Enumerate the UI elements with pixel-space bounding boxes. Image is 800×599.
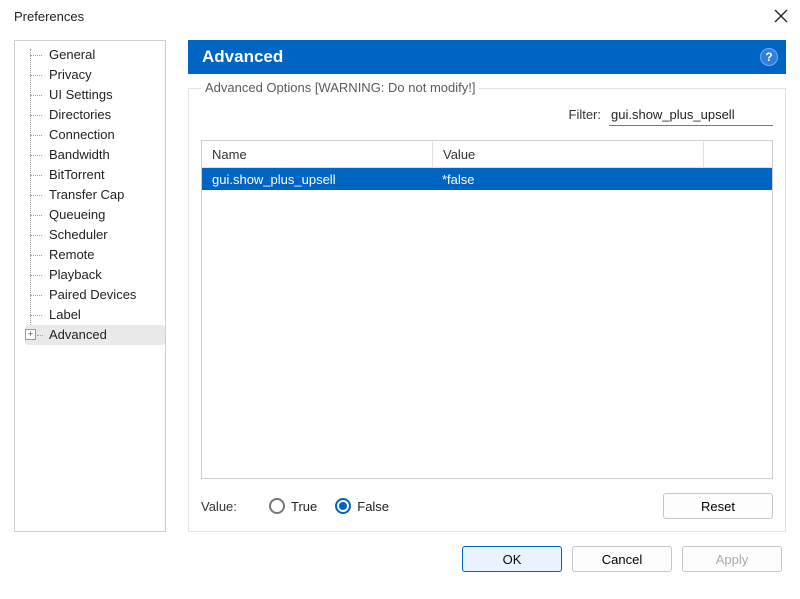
ok-button[interactable]: OK <box>462 546 562 572</box>
window-title: Preferences <box>14 9 84 24</box>
filter-input[interactable] <box>609 103 773 126</box>
tree-item-label: General <box>49 47 95 62</box>
plus-icon[interactable]: + <box>25 329 36 340</box>
column-header-value[interactable]: Value <box>433 141 704 167</box>
group-legend: Advanced Options [WARNING: Do not modify… <box>201 80 479 95</box>
filter-row: Filter: <box>201 99 773 140</box>
radio-true-label: True <box>291 499 317 514</box>
content-pane: Advanced ? Advanced Options [WARNING: Do… <box>188 40 786 532</box>
tree-item-label: Directories <box>49 107 111 122</box>
radio-false-label: False <box>357 499 389 514</box>
tree-item-paired-devices[interactable]: Paired Devices <box>25 285 165 305</box>
advanced-table: Name Value gui.show_plus_upsell*false <box>201 140 773 479</box>
tree-item-label[interactable]: Label <box>25 305 165 325</box>
tree-item-bittorrent[interactable]: BitTorrent <box>25 165 165 185</box>
section-header: Advanced ? <box>188 40 786 74</box>
value-label: Value: <box>201 499 251 514</box>
tree-item-label: UI Settings <box>49 87 113 102</box>
cancel-button[interactable]: Cancel <box>572 546 672 572</box>
tree-item-ui-settings[interactable]: UI Settings <box>25 85 165 105</box>
titlebar: Preferences <box>0 0 800 32</box>
tree-item-label: Privacy <box>49 67 92 82</box>
tree-item-remote[interactable]: Remote <box>25 245 165 265</box>
tree-item-transfer-cap[interactable]: Transfer Cap <box>25 185 165 205</box>
table-row[interactable]: gui.show_plus_upsell*false <box>202 168 772 190</box>
reset-button[interactable]: Reset <box>663 493 773 519</box>
advanced-groupbox: Advanced Options [WARNING: Do not modify… <box>188 88 786 532</box>
apply-button: Apply <box>682 546 782 572</box>
tree-item-scheduler[interactable]: Scheduler <box>25 225 165 245</box>
tree-item-general[interactable]: General <box>25 45 165 65</box>
tree-item-label: Bandwidth <box>49 147 110 162</box>
tree-item-label: BitTorrent <box>49 167 105 182</box>
tree-item-label: Connection <box>49 127 115 142</box>
tree-item-advanced[interactable]: + Advanced <box>25 325 165 345</box>
tree-item-label: Label <box>49 307 81 322</box>
tree-item-bandwidth[interactable]: Bandwidth <box>25 145 165 165</box>
section-title: Advanced <box>202 47 283 67</box>
tree-item-label: Queueing <box>49 207 105 222</box>
close-icon[interactable] <box>774 9 788 23</box>
tree-item-privacy[interactable]: Privacy <box>25 65 165 85</box>
tree-item-label: Transfer Cap <box>49 187 124 202</box>
tree-item-connection[interactable]: Connection <box>25 125 165 145</box>
filter-label: Filter: <box>569 107 602 122</box>
table-body: gui.show_plus_upsell*false <box>202 168 772 478</box>
help-icon[interactable]: ? <box>760 48 778 66</box>
tree-item-label: Remote <box>49 247 95 262</box>
tree-item-playback[interactable]: Playback <box>25 265 165 285</box>
tree-item-label: Scheduler <box>49 227 108 242</box>
radio-icon <box>269 498 285 514</box>
tree-item-label: Paired Devices <box>49 287 136 302</box>
tree-item-directories[interactable]: Directories <box>25 105 165 125</box>
cell-value: *false <box>432 172 702 187</box>
radio-icon <box>335 498 351 514</box>
value-radio-false[interactable]: False <box>335 498 389 514</box>
cell-name: gui.show_plus_upsell <box>202 172 432 187</box>
tree-item-label: Advanced <box>49 327 107 342</box>
value-radio-true[interactable]: True <box>269 498 317 514</box>
value-row: Value: True False Reset <box>201 479 773 519</box>
tree-item-queueing[interactable]: Queueing <box>25 205 165 225</box>
tree-item-label: Playback <box>49 267 102 282</box>
column-header-name[interactable]: Name <box>202 141 433 167</box>
table-header: Name Value <box>202 141 772 168</box>
dialog-footer: OK Cancel Apply <box>0 532 800 572</box>
category-tree: General Privacy UI Settings Directories Conn… <box>14 40 166 532</box>
